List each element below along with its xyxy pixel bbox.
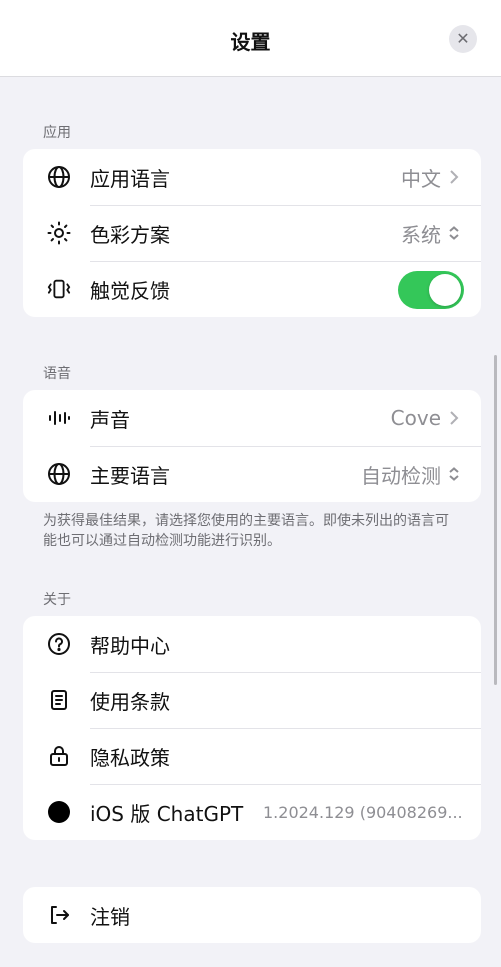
- haptics-icon: [47, 277, 71, 301]
- row-label: 声音: [90, 407, 130, 432]
- row-haptic-feedback: 触觉反馈: [23, 261, 481, 317]
- header: 设置 ✕: [0, 0, 501, 77]
- close-icon: ✕: [456, 29, 470, 48]
- close-button[interactable]: ✕: [449, 25, 477, 53]
- section-label-app: 应用: [43, 125, 71, 141]
- value-text: 自动检测: [361, 463, 441, 488]
- row-label: iOS 版 ChatGPT: [90, 801, 244, 826]
- row-app-language[interactable]: 应用语言 中文: [23, 149, 481, 205]
- row-main-language[interactable]: 主要语言 自动检测: [23, 446, 481, 502]
- row-logout[interactable]: 注销: [23, 887, 481, 943]
- scrollbar[interactable]: [494, 355, 497, 685]
- chevron-up-down-icon: [449, 226, 459, 240]
- question-circle-icon: [47, 632, 71, 656]
- value-text: Cove: [390, 406, 441, 430]
- globe-icon: [47, 165, 71, 189]
- row-color-scheme[interactable]: 色彩方案 系统: [23, 205, 481, 261]
- card-app: 应用语言 中文 色彩方案 系统 触觉反馈: [23, 149, 481, 317]
- row-privacy[interactable]: 隐私政策: [23, 728, 481, 784]
- row-label: 使用条款: [90, 689, 170, 714]
- haptic-toggle[interactable]: [398, 271, 464, 309]
- card-about: 帮助中心 使用条款 隐私政策 iOS 版 ChatGPT 1.2024.129 …: [23, 616, 481, 840]
- lock-icon: [47, 744, 71, 768]
- row-value: 自动检测: [361, 460, 461, 489]
- logout-icon: [47, 903, 71, 927]
- value-text: 系统: [401, 222, 441, 247]
- row-app-version[interactable]: iOS 版 ChatGPT 1.2024.129 (90408269...: [23, 784, 481, 840]
- app-logo-icon: [47, 800, 71, 824]
- document-icon: [47, 688, 71, 712]
- toggle-knob: [429, 274, 461, 306]
- language-footnote: 为获得最佳结果，请选择您使用的主要语言。即使未列出的语言可能也可以通过自动检测功…: [43, 513, 449, 549]
- value-text: 中文: [401, 166, 441, 191]
- section-label-voice: 语音: [43, 366, 71, 382]
- row-terms[interactable]: 使用条款: [23, 672, 481, 728]
- row-label: 主要语言: [90, 463, 170, 488]
- row-label: 触觉反馈: [90, 278, 170, 303]
- row-label: 隐私政策: [90, 745, 170, 770]
- page-title: 设置: [230, 30, 271, 54]
- card-voice: 声音 Cove 主要语言 自动检测: [23, 390, 481, 502]
- row-value: Cove: [391, 406, 461, 430]
- chevron-up-down-icon: [449, 467, 459, 481]
- version-text: 1.2024.129 (90408269...: [263, 802, 463, 822]
- card-account: 注销: [23, 887, 481, 943]
- row-help-center[interactable]: 帮助中心: [23, 616, 481, 672]
- row-voice[interactable]: 声音 Cove: [23, 390, 481, 446]
- row-label: 色彩方案: [90, 222, 170, 247]
- section-label-about: 关于: [43, 592, 71, 608]
- waveform-icon: [47, 406, 71, 430]
- sun-icon: [47, 221, 71, 245]
- row-label: 应用语言: [90, 166, 170, 191]
- row-value: 系统: [401, 219, 461, 248]
- row-value: 中文: [401, 163, 461, 192]
- row-label: 注销: [90, 904, 130, 929]
- row-label: 帮助中心: [90, 633, 170, 658]
- globe-icon: [47, 462, 71, 486]
- chevron-right-icon: [450, 411, 459, 425]
- chevron-right-icon: [450, 170, 459, 184]
